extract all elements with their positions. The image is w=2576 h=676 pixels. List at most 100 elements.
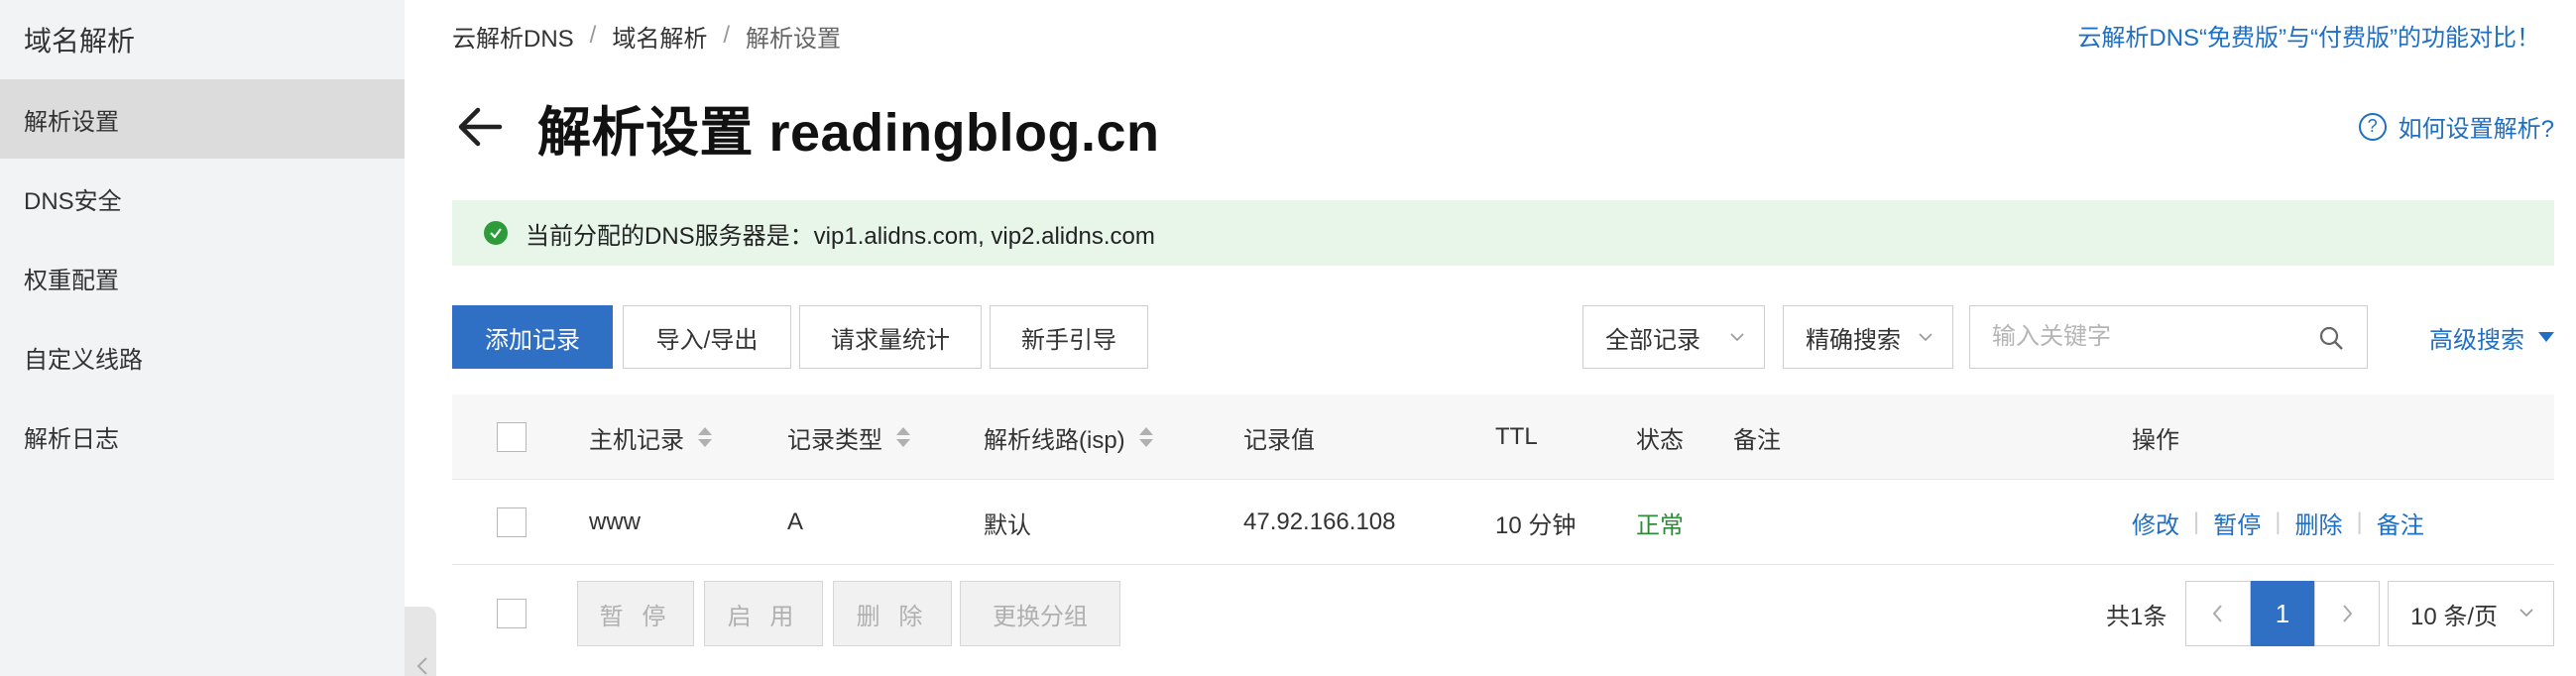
action-divider: |: [2275, 508, 2282, 535]
sidebar-title: 域名解析: [24, 26, 136, 56]
search-mode-value: 精确搜索: [1806, 326, 1901, 354]
sort-icon[interactable]: [1138, 427, 1153, 447]
chevron-left-icon: [416, 657, 427, 675]
page-button-current[interactable]: 1: [2251, 581, 2314, 646]
cell-type: A: [787, 508, 804, 535]
check-circle-icon: [484, 221, 508, 245]
column-header-actions: 操作: [2132, 426, 2179, 454]
change-group-button[interactable]: 更换分组: [960, 581, 1120, 646]
records-table: 主机记录 记录类型 解析线路(isp) 记录值 TTL 状态 备注 操作 www…: [452, 394, 2554, 565]
back-arrow-icon[interactable]: [452, 99, 508, 155]
action-divider: |: [2193, 508, 2200, 535]
advanced-search-link[interactable]: 高级搜索: [2429, 305, 2554, 369]
breadcrumb-item-current: 解析设置: [746, 25, 842, 53]
sidebar-item-resolve-settings[interactable]: 解析设置: [0, 79, 405, 159]
header-checkbox-cell: [497, 394, 527, 480]
column-label: 主机记录: [589, 426, 684, 454]
caret-down-icon: [2538, 332, 2554, 342]
column-header-remark: 备注: [1733, 426, 1781, 454]
sidebar-item-resolve-logs[interactable]: 解析日志: [0, 396, 405, 476]
search-icon[interactable]: [2317, 324, 2345, 352]
beginner-guide-button[interactable]: 新手引导: [990, 305, 1148, 369]
record-filter-value: 全部记录: [1605, 326, 1700, 354]
how-to-resolve-link[interactable]: ? 如何设置解析?: [2358, 109, 2554, 144]
record-filter-select[interactable]: 全部记录: [1582, 305, 1765, 369]
app-root: 域名解析 解析设置 DNS安全 权重配置 自定义线路 解析日志 云解析DNS /…: [0, 0, 2576, 676]
alert-text: 当前分配的DNS服务器是：vip1.alidns.com, vip2.alidn…: [526, 222, 1155, 250]
breadcrumb-item-cloud-dns[interactable]: 云解析DNS: [452, 19, 574, 54]
sidebar-collapse-handle[interactable]: [405, 607, 436, 676]
cell-status: 正常: [1636, 511, 1684, 539]
footer-select-all-checkbox[interactable]: [497, 599, 527, 628]
total-count: 共1条: [2106, 603, 2167, 630]
question-circle-icon: ?: [2358, 112, 2387, 141]
row-checkbox[interactable]: [497, 507, 527, 537]
sidebar-item-label: 权重配置: [24, 267, 119, 294]
sidebar-item-dns-security[interactable]: DNS安全: [0, 159, 405, 238]
column-header-status: 状态: [1636, 426, 1684, 454]
column-header-line[interactable]: 解析线路(isp): [984, 394, 1153, 480]
column-header-ttl: TTL: [1495, 423, 1538, 450]
sort-icon[interactable]: [896, 427, 910, 447]
breadcrumb-separator: /: [589, 22, 597, 49]
sidebar-item-label: 解析日志: [24, 425, 119, 453]
import-export-button[interactable]: 导入/导出: [623, 305, 791, 369]
cell-line: 默认: [984, 511, 1031, 539]
breadcrumb: 云解析DNS / 域名解析 / 解析设置: [452, 19, 841, 54]
column-header-host[interactable]: 主机记录: [589, 394, 712, 480]
chevron-down-icon: [2519, 609, 2533, 618]
page-size-value: 10 条/页: [2410, 603, 2499, 630]
column-label: 记录类型: [787, 426, 882, 454]
sidebar-item-label: 解析设置: [24, 108, 119, 136]
keyword-search-input[interactable]: [1970, 306, 2297, 368]
batch-enable-button[interactable]: 启 用: [704, 581, 823, 646]
sort-icon[interactable]: [698, 427, 712, 447]
table-header: 主机记录 记录类型 解析线路(isp) 记录值 TTL 状态 备注 操作: [452, 394, 2554, 480]
breadcrumb-item-domain-resolve[interactable]: 域名解析: [612, 19, 707, 54]
topbar: 云解析DNS / 域名解析 / 解析设置 云解析DNS“免费版”与“付费版”的功…: [452, 18, 2554, 54]
sidebar-item-weight-config[interactable]: 权重配置: [0, 238, 405, 317]
sidebar-item-custom-lines[interactable]: 自定义线路: [0, 317, 405, 396]
breadcrumb-separator: /: [723, 22, 731, 49]
batch-pause-button[interactable]: 暂 停: [577, 581, 694, 646]
title-row: 解析设置 readingblog.cn ? 如何设置解析?: [452, 85, 2554, 169]
delete-record-link[interactable]: 删除: [2294, 506, 2342, 540]
chevron-right-icon: [2343, 605, 2353, 622]
toolbar: 添加记录 导入/导出 请求量统计 新手引导 全部记录 精确搜索 高级搜索: [452, 305, 2554, 369]
advanced-search-label: 高级搜索: [2429, 326, 2524, 354]
batch-delete-button[interactable]: 删 除: [833, 581, 952, 646]
chevron-down-icon: [1730, 333, 1744, 342]
cell-value: 47.92.166.108: [1243, 508, 1396, 535]
page-size-select[interactable]: 10 条/页: [2388, 581, 2554, 646]
dns-server-alert: 当前分配的DNS服务器是：vip1.alidns.com, vip2.alidn…: [452, 200, 2554, 266]
prev-page-button[interactable]: [2185, 581, 2251, 646]
sidebar-item-label: 自定义线路: [24, 346, 143, 374]
add-record-button[interactable]: 添加记录: [452, 305, 613, 369]
search-mode-select[interactable]: 精确搜索: [1783, 305, 1953, 369]
sidebar-item-label: DNS安全: [24, 187, 122, 215]
column-label: 解析线路(isp): [984, 426, 1125, 454]
request-stats-button[interactable]: 请求量统计: [799, 305, 982, 369]
main-content: 云解析DNS / 域名解析 / 解析设置 云解析DNS“免费版”与“付费版”的功…: [452, 0, 2554, 676]
row-checkbox-cell: [497, 480, 527, 565]
select-all-checkbox[interactable]: [497, 422, 527, 452]
version-compare-link[interactable]: 云解析DNS“免费版”与“付费版”的功能对比！: [2077, 18, 2540, 53]
remark-record-link[interactable]: 备注: [2377, 506, 2424, 540]
cell-host: www: [589, 508, 641, 535]
chevron-left-icon: [2212, 605, 2222, 622]
sidebar: 域名解析 解析设置 DNS安全 权重配置 自定义线路 解析日志: [0, 0, 405, 676]
keyword-search-box: [1969, 305, 2368, 369]
page-title: 解析设置 readingblog.cn: [537, 102, 1160, 163]
cell-ttl: 10 分钟: [1495, 511, 1577, 539]
help-link-label: 如何设置解析?: [2398, 116, 2554, 143]
cell-actions: 修改 | 暂停 | 删除 | 备注: [2132, 480, 2424, 565]
chevron-down-icon: [1919, 333, 1932, 342]
pause-record-link[interactable]: 暂停: [2213, 506, 2261, 540]
column-header-value: 记录值: [1243, 426, 1315, 454]
table-row: www A 默认 47.92.166.108 10 分钟 正常 修改 | 暂停 …: [452, 480, 2554, 565]
edit-record-link[interactable]: 修改: [2132, 506, 2179, 540]
table-footer: 暂 停 启 用 删 除 更换分组 共1条 1 10 条/页: [452, 581, 2554, 646]
column-header-type[interactable]: 记录类型: [787, 394, 910, 480]
action-divider: |: [2356, 508, 2363, 535]
next-page-button[interactable]: [2314, 581, 2380, 646]
